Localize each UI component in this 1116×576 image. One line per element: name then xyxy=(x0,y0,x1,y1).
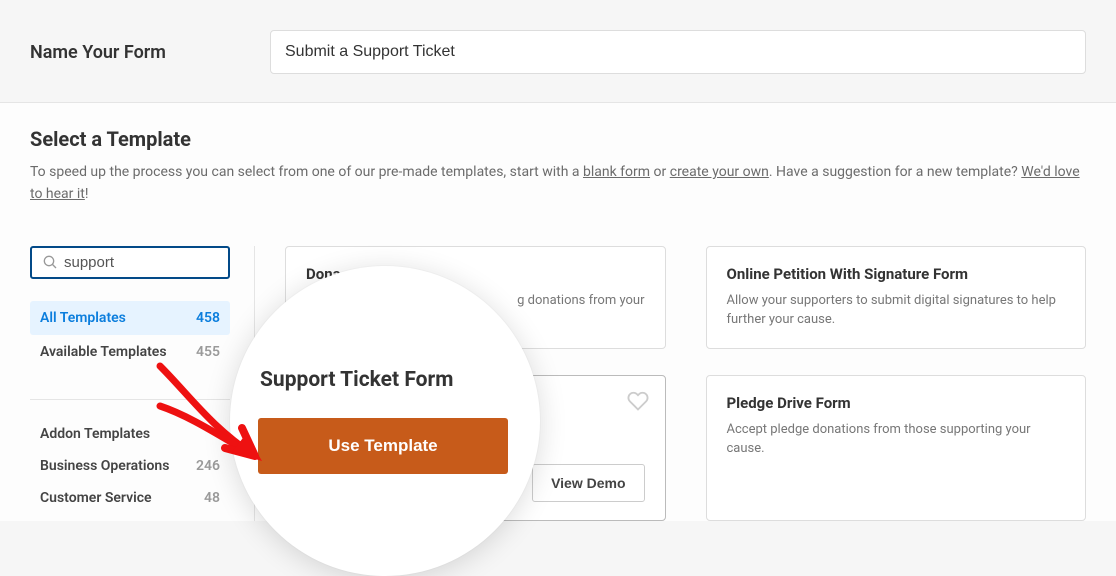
view-demo-button[interactable]: View Demo xyxy=(532,464,644,502)
template-browser: All Templates 458 Available Templates 45… xyxy=(0,216,1116,521)
desc-text: or xyxy=(650,164,670,180)
category-all-templates[interactable]: All Templates 458 xyxy=(30,301,230,335)
form-name-input[interactable] xyxy=(270,30,1086,74)
create-your-own-link[interactable]: create your own xyxy=(670,164,769,180)
template-sidebar: All Templates 458 Available Templates 45… xyxy=(30,246,255,521)
category-customer-service[interactable]: Customer Service 48 xyxy=(30,482,230,514)
category-label: Available Templates xyxy=(40,344,167,360)
sidebar-divider xyxy=(30,399,230,400)
form-name-label: Name Your Form xyxy=(30,42,270,63)
template-card-petition[interactable]: Online Petition With Signature Form Allo… xyxy=(706,246,1087,349)
category-available-templates[interactable]: Available Templates 455 xyxy=(30,335,230,369)
select-template-heading: Select a Template xyxy=(30,127,1086,151)
desc-text: ! xyxy=(85,186,89,202)
magnifier-title: Support Ticket Form xyxy=(260,368,514,392)
blank-form-link[interactable]: blank form xyxy=(583,164,650,180)
desc-text: To speed up the process you can select f… xyxy=(30,164,583,180)
category-business-operations[interactable]: Business Operations 246 xyxy=(30,450,230,482)
category-count: 455 xyxy=(196,344,220,360)
category-count: 48 xyxy=(204,490,220,506)
template-title: Pledge Drive Form xyxy=(727,394,1066,412)
category-secondary-list: Addon Templates Business Operations 246 … xyxy=(30,418,230,514)
category-label: Addon Templates xyxy=(40,426,150,442)
template-card-pledge-drive[interactable]: Pledge Drive Form Accept pledge donation… xyxy=(706,375,1087,521)
category-label: Business Operations xyxy=(40,458,169,474)
template-desc: Accept pledge donations from those suppo… xyxy=(727,420,1066,459)
category-primary-list: All Templates 458 Available Templates 45… xyxy=(30,301,230,369)
category-label: Customer Service xyxy=(40,490,152,506)
favorite-icon[interactable] xyxy=(627,390,649,416)
template-desc: Allow your supporters to submit digital … xyxy=(727,291,1066,330)
search-icon xyxy=(42,254,58,270)
category-count: 458 xyxy=(196,310,220,326)
template-title: Online Petition With Signature Form xyxy=(727,265,1066,283)
category-count: 246 xyxy=(196,458,220,474)
template-search-input[interactable] xyxy=(64,254,218,271)
template-intro: Select a Template To speed up the proces… xyxy=(0,103,1116,216)
magnifier-callout: Support Ticket Form Use Template xyxy=(230,266,540,576)
form-name-row: Name Your Form xyxy=(0,0,1116,103)
desc-text: . Have a suggestion for a new template? xyxy=(769,164,1021,180)
template-search[interactable] xyxy=(30,246,230,279)
use-template-button[interactable]: Use Template xyxy=(258,418,508,474)
select-template-desc: To speed up the process you can select f… xyxy=(30,161,1086,206)
category-label: All Templates xyxy=(40,310,126,326)
category-addon-templates[interactable]: Addon Templates xyxy=(30,418,230,450)
